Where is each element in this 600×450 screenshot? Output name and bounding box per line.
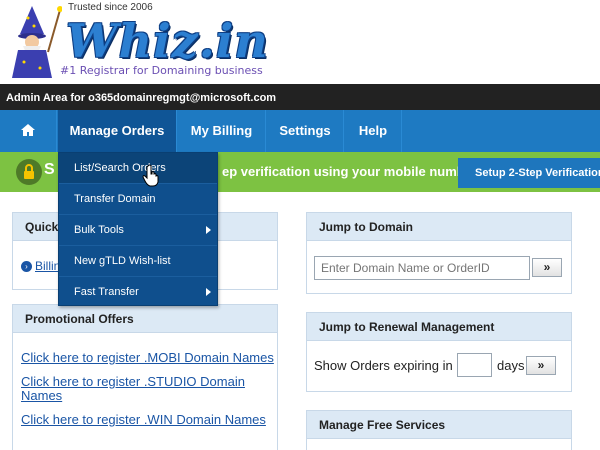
lock-icon	[16, 159, 42, 185]
hand-cursor-icon	[142, 164, 159, 187]
panel-title: Jump to Domain	[307, 213, 571, 241]
home-icon	[21, 124, 35, 137]
banner-text: ep verification using your mobile number…	[222, 164, 480, 179]
jump-renewal-go-button[interactable]: »	[526, 356, 556, 375]
panel-title: Promotional Offers	[13, 305, 277, 333]
jump-to-domain-panel: Jump to Domain »	[306, 212, 572, 294]
panel-title: Jump to Renewal Management	[307, 313, 571, 341]
tagline-top: Trusted since 2006	[68, 2, 153, 13]
circle-arrow-icon: ›	[21, 261, 32, 273]
main-nav: Manage Orders My Billing Settings Help	[0, 110, 600, 152]
nav-settings[interactable]: Settings	[267, 110, 344, 152]
expiring-days-input[interactable]	[457, 353, 492, 377]
promo-link-win[interactable]: Click here to register .WIN Domain Names	[21, 413, 281, 427]
manage-orders-dropdown: List/Search Orders Transfer Domain Bulk …	[58, 152, 218, 306]
menu-item-list-search-orders[interactable]: List/Search Orders	[59, 153, 217, 184]
tagline-bottom: #1 Registrar for Domaining business	[60, 64, 263, 77]
admin-bar: Admin Area for o365domainregmgt@microsof…	[0, 84, 600, 110]
menu-item-label: Transfer Domain	[74, 193, 156, 205]
setup-2-step-button[interactable]: Setup 2-Step Verification N	[458, 158, 600, 188]
brand-logo[interactable]: Whiz.in	[66, 14, 269, 68]
days-label: days	[497, 358, 525, 373]
menu-item-fast-transfer[interactable]: Fast Transfer	[59, 277, 217, 308]
wizard-mascot-icon	[12, 6, 62, 78]
promo-link-studio[interactable]: Click here to register .STUDIO Domain Na…	[21, 375, 281, 403]
jump-to-renewal-panel: Jump to Renewal Management Show Orders e…	[306, 312, 572, 392]
expiring-label: Show Orders expiring in	[314, 358, 453, 373]
site-header: Trusted since 2006 Whiz.in #1 Registrar …	[0, 0, 600, 84]
menu-item-bulk-tools[interactable]: Bulk Tools	[59, 215, 217, 246]
nav-home[interactable]	[0, 110, 57, 152]
nav-my-billing[interactable]: My Billing	[178, 110, 266, 152]
quick-link-billing[interactable]: › Billin	[21, 259, 60, 273]
banner-prefix: S	[44, 161, 55, 178]
page: Trusted since 2006 Whiz.in #1 Registrar …	[0, 0, 600, 450]
promotional-offers-panel: Promotional Offers Click here to registe…	[12, 304, 278, 450]
promo-link-mobi[interactable]: Click here to register .MOBI Domain Name…	[21, 351, 281, 365]
manage-free-services-panel: Manage Free Services	[306, 410, 572, 450]
menu-item-new-gtld-wishlist[interactable]: New gTLD Wish-list	[59, 246, 217, 277]
panel-title: Manage Free Services	[307, 411, 571, 439]
nav-manage-orders[interactable]: Manage Orders	[58, 110, 177, 152]
submenu-arrow-icon	[206, 226, 211, 234]
quick-link-label: Billin	[35, 259, 61, 273]
menu-item-label: Fast Transfer	[74, 286, 139, 298]
menu-item-label: New gTLD Wish-list	[74, 255, 171, 267]
menu-item-label: Bulk Tools	[74, 224, 124, 236]
domain-search-input[interactable]	[314, 256, 530, 280]
nav-help[interactable]: Help	[345, 110, 402, 152]
menu-item-transfer-domain[interactable]: Transfer Domain	[59, 184, 217, 215]
jump-domain-go-button[interactable]: »	[532, 258, 562, 277]
submenu-arrow-icon	[206, 288, 211, 296]
